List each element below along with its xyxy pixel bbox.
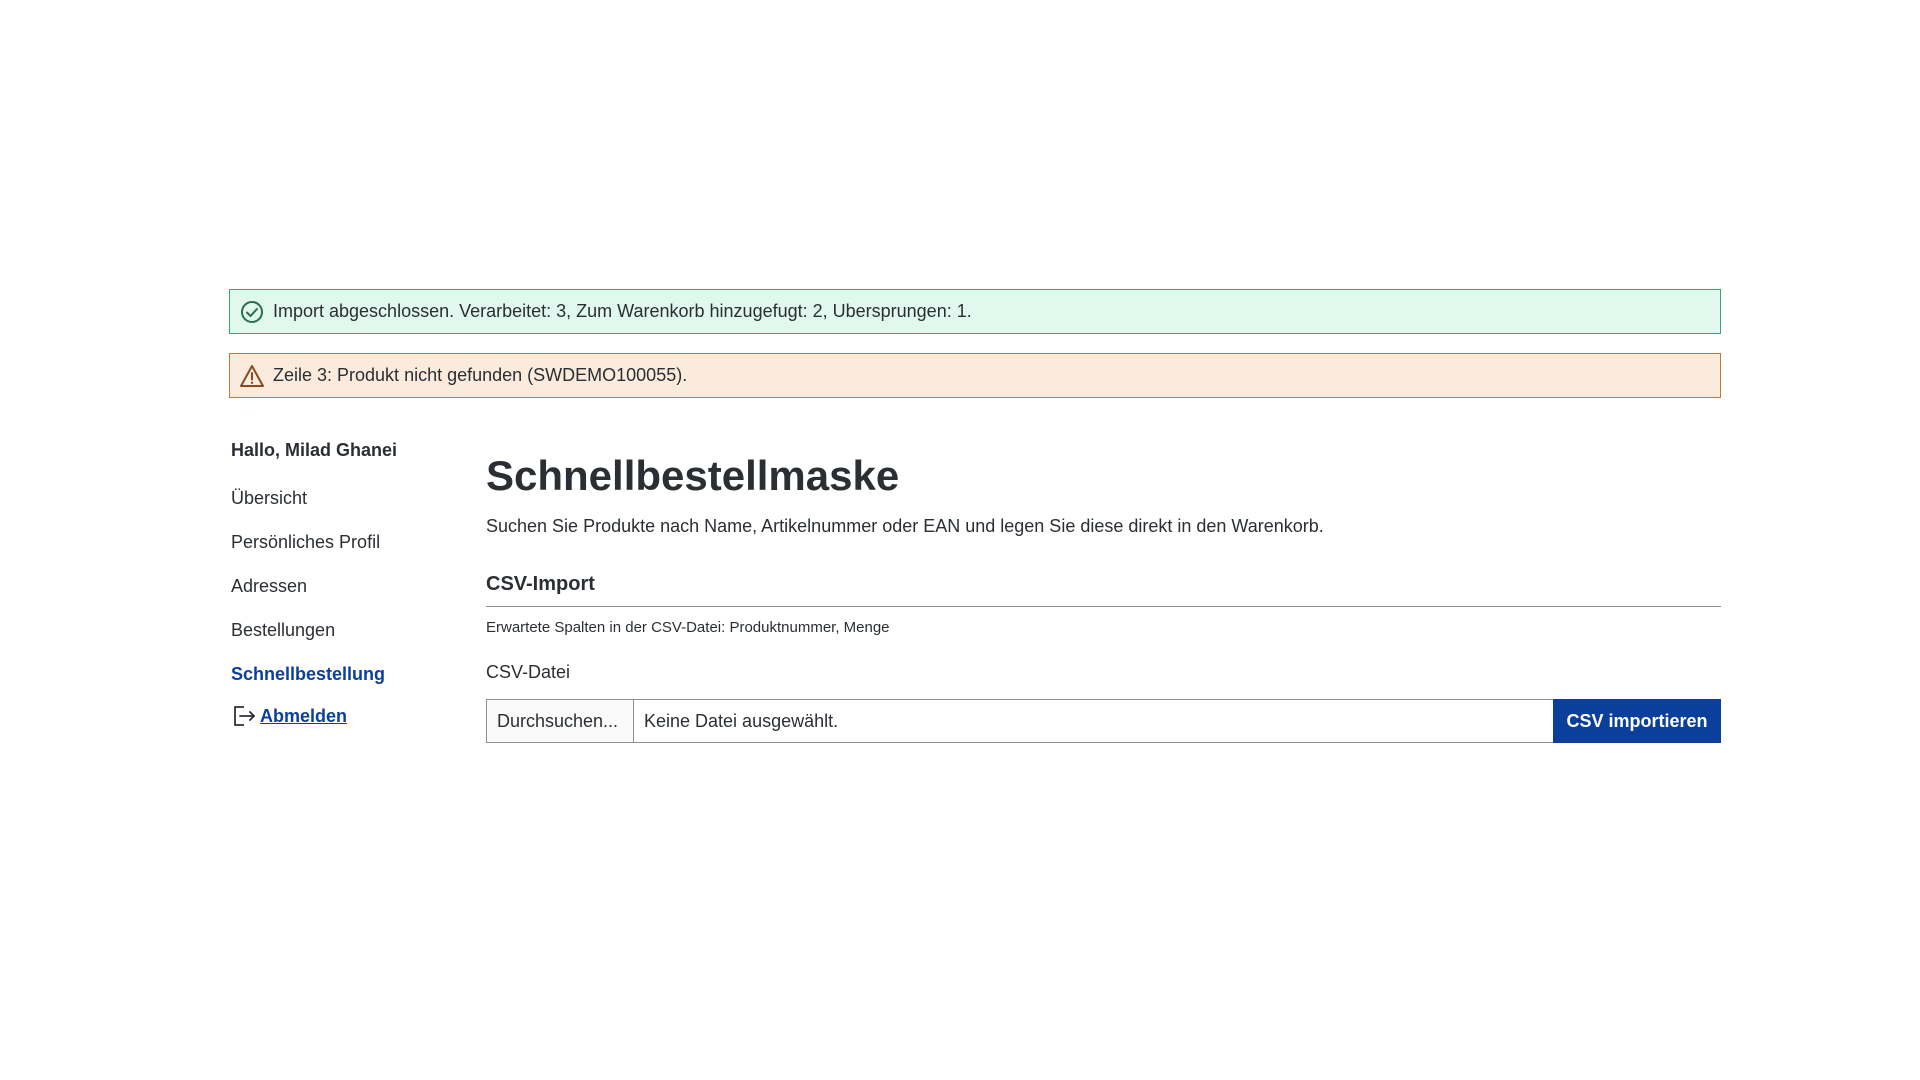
file-status: Keine Datei ausgewählt. (644, 710, 839, 731)
sidebar-item-uebersicht[interactable]: Übersicht (231, 487, 471, 531)
success-alert: Import abgeschlossen. Verarbeitet: 3, Zu… (229, 289, 1721, 334)
sidebar-item-profil[interactable]: Persönliches Profil (231, 531, 471, 575)
csv-file-label: CSV-Datei (486, 662, 571, 682)
csv-section-title: CSV-Import (486, 573, 1721, 607)
alerts-container: Import abgeschlossen. Verarbeitet: 3, Zu… (229, 289, 1721, 398)
browse-button[interactable]: Durchsuchen... (487, 700, 634, 742)
sidebar-item-schnellbestellung[interactable]: Schnellbestellung (231, 663, 471, 707)
csv-import-button[interactable]: CSV importieren (1553, 699, 1721, 743)
check-circle-icon (239, 299, 265, 325)
main-content: Schnellbestellmaske Suchen Sie Produkte … (486, 450, 1721, 743)
csv-hint: Erwartete Spalten in der CSV-Datei: Prod… (486, 619, 890, 636)
page-description: Suchen Sie Produkte nach Name, Artikelnu… (486, 516, 1324, 536)
csv-file-input[interactable]: Durchsuchen... Keine Datei ausgewählt. (486, 699, 1553, 743)
sidebar-item-adressen[interactable]: Adressen (231, 575, 471, 619)
warning-alert: Zeile 3: Produkt nicht gefunden (SWDEMO1… (229, 353, 1721, 398)
logout-link[interactable]: Abmelden (260, 706, 347, 727)
logout-link-row[interactable]: Abmelden (231, 703, 471, 729)
sidebar-greeting: Hallo, Milad Ghanei (231, 440, 398, 460)
page-title: Schnellbestellmaske (486, 452, 900, 499)
warning-alert-text: Zeile 3: Produkt nicht gefunden (SWDEMO1… (273, 365, 688, 385)
account-sidebar: Hallo, Milad Ghanei Übersicht Persönlich… (231, 440, 471, 729)
logout-icon (231, 703, 257, 729)
warning-triangle-icon (239, 363, 265, 389)
success-alert-text: Import abgeschlossen. Verarbeitet: 3, Zu… (273, 301, 972, 321)
csv-file-row: Durchsuchen... Keine Datei ausgewählt. C… (486, 699, 1721, 743)
sidebar-item-bestellungen[interactable]: Bestellungen (231, 619, 471, 663)
